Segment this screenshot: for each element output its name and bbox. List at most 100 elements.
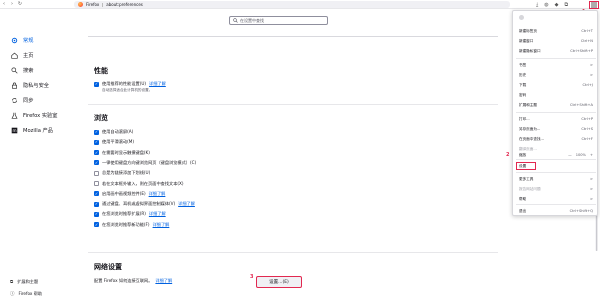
learn-more-link[interactable]: 详细了解 bbox=[178, 201, 195, 207]
browsing-option-row[interactable]: ✓ 在您浏览时推荐新功能(F) 详细了解 bbox=[94, 222, 169, 228]
account-avatar-icon bbox=[519, 15, 524, 20]
menu-item[interactable]: 新建窗口 Ctrl+N bbox=[519, 39, 593, 44]
browsing-heading: 浏览 bbox=[94, 114, 108, 122]
browsing-option-row[interactable]: ✓ 一律使用键盘方向键浏览网页（键盘浏览模式）(C) bbox=[94, 160, 196, 166]
url-bar[interactable]: Firefox about:preferences bbox=[74, 1, 510, 8]
menu-item[interactable]: 新建标签页 Ctrl+T bbox=[519, 29, 593, 34]
sync-icon bbox=[10, 96, 18, 104]
learn-more-link[interactable]: 详细了解 bbox=[149, 191, 166, 197]
learn-more-link[interactable]: 详细了解 bbox=[149, 211, 166, 217]
back-arrow-icon[interactable]: ‹ bbox=[0, 1, 8, 7]
menu-item[interactable]: 翻译页面... bbox=[519, 147, 593, 152]
sidebar-item-sync[interactable]: 同步 bbox=[10, 96, 33, 104]
browsing-option-row[interactable]: 若在文本框外输入，则在页面中查找文本(X) bbox=[94, 181, 184, 187]
checkbox-checked-icon: ✓ bbox=[94, 201, 99, 207]
firefox-logo-icon bbox=[78, 2, 83, 7]
sidebar-item-mozilla-products[interactable]: m Mozilla 产品 bbox=[10, 126, 53, 134]
download-icon[interactable]: ⤓ bbox=[536, 2, 538, 8]
sidebar-item-label: 隐私与安全 bbox=[23, 82, 49, 89]
browsing-option-row[interactable]: ✓ 使用平滑滚动(M) bbox=[94, 139, 134, 145]
network-settings-button[interactable]: 设置...(E) bbox=[256, 276, 302, 288]
sidebar-item-label: Mozilla 产品 bbox=[23, 127, 53, 134]
help-icon: ⓘ bbox=[10, 292, 15, 297]
extensions-icon[interactable]: ◆ bbox=[555, 2, 559, 8]
menu-separator bbox=[516, 172, 596, 173]
sidebar-extensions-link[interactable]: ⧉ 扩展和主题 bbox=[10, 279, 38, 285]
checkbox-checked-icon: ✓ bbox=[94, 221, 99, 228]
menu-item[interactable]: 扩展和主题 Ctrl+Shift+A bbox=[519, 103, 593, 108]
menu-item[interactable]: 报告网站问题 > bbox=[519, 187, 593, 192]
sidebar-bottom-label: Firefox 帮助 bbox=[18, 291, 43, 296]
account-icon[interactable]: ◍ bbox=[544, 2, 548, 8]
step-marker-3: 3 bbox=[250, 274, 254, 280]
search-placeholder: 在设置中查找 bbox=[240, 17, 264, 23]
menu-item[interactable]: 在页面中查找... Ctrl+F bbox=[519, 137, 593, 142]
learn-more-link[interactable]: 详细了解 bbox=[155, 278, 172, 284]
checkbox-unchecked-icon bbox=[94, 170, 99, 176]
forward-arrow-icon[interactable]: › bbox=[8, 1, 16, 7]
settings-highlight-box bbox=[516, 162, 536, 170]
network-settings-heading: 网络设置 bbox=[94, 263, 122, 271]
sidebar-item-label: 常规 bbox=[23, 37, 34, 44]
menu-item[interactable]: 新建隐私窗口 Ctrl+Shift+P bbox=[519, 49, 593, 54]
sidebar-help-link[interactable]: ⓘ Firefox 帮助 bbox=[10, 291, 42, 297]
network-settings-description: 配置 Firefox 如何连接互联网。 详细了解 bbox=[94, 278, 173, 284]
mozilla-icon: m bbox=[10, 126, 18, 134]
menu-item[interactable]: 另存页面为... Ctrl+S bbox=[519, 127, 593, 132]
search-icon bbox=[233, 18, 238, 23]
browser-name-label: Firefox bbox=[86, 2, 100, 7]
menu-item[interactable]: 缩放 —100% + bbox=[519, 153, 593, 158]
zoom-out-button[interactable]: — bbox=[568, 153, 572, 158]
menu-item[interactable]: 历史 > bbox=[519, 73, 593, 78]
checkbox-checked-icon: ✓ bbox=[94, 139, 99, 145]
browsing-option-row[interactable]: ✓ 在需要时显示触摸键盘(K) bbox=[94, 150, 150, 156]
puzzle-icon: ⧉ bbox=[10, 280, 14, 285]
performance-subtext: 自动选择适合此计算机的设置。 bbox=[102, 88, 153, 92]
checkbox-checked-icon: ✓ bbox=[94, 211, 99, 217]
menu-item[interactable]: 密码 bbox=[519, 93, 593, 98]
gear-icon bbox=[10, 36, 18, 44]
checkbox-checked-icon: ✓ bbox=[94, 190, 99, 197]
previous-section-edge bbox=[88, 36, 498, 40]
flask-icon bbox=[10, 111, 18, 119]
url-text: about:preferences bbox=[106, 2, 143, 7]
checkbox-checked-icon: ✓ bbox=[94, 81, 99, 87]
browsing-option-row[interactable]: 总是为链接添加下划线(U) bbox=[94, 170, 150, 176]
checkbox-checked-icon: ✓ bbox=[94, 149, 99, 156]
svg-text:m: m bbox=[12, 128, 16, 133]
menu-item[interactable]: 退出 Ctrl+Shift+Q bbox=[519, 209, 593, 214]
menu-item[interactable]: 下载 Ctrl+J bbox=[519, 83, 593, 88]
section-divider bbox=[88, 104, 498, 105]
menu-item[interactable]: 书签 > bbox=[519, 63, 593, 68]
browsing-option-row[interactable]: ✓ 在您浏览时推荐扩展(R) 详细了解 bbox=[94, 211, 166, 217]
step-marker-2: 2 bbox=[506, 152, 510, 158]
use-recommended-performance-checkbox[interactable]: ✓ 使用推荐的性能设置(U) 详细了解 bbox=[94, 81, 166, 87]
sidebar-item-label: Firefox 实验室 bbox=[23, 112, 58, 119]
menu-item[interactable]: 更多工具 > bbox=[519, 177, 593, 182]
settings-search-input[interactable]: 在设置中查找 bbox=[229, 16, 328, 25]
sidebar-item-privacy[interactable]: 隐私与安全 bbox=[10, 81, 49, 89]
browsing-option-row[interactable]: ✓ 使用自动滚屏(A) bbox=[94, 129, 133, 135]
menu-item[interactable]: 帮助 > bbox=[519, 197, 593, 202]
sidebar-item-home[interactable]: 主页 bbox=[10, 51, 33, 59]
learn-more-link[interactable]: 详细了解 bbox=[153, 222, 170, 228]
app-menu-panel: 新建标签页 Ctrl+T 新建窗口 Ctrl+N 新建隐私窗口 Ctrl+Shift+P 书… bbox=[512, 10, 598, 216]
settings-sidebar: 常规 主页 搜索 隐私与安全 同步 Firefox 实验室 m Mozilla bbox=[0, 9, 76, 300]
menu-separator bbox=[516, 58, 596, 59]
menu-separator bbox=[516, 159, 596, 160]
search-icon bbox=[10, 66, 18, 74]
sidebar-item-search[interactable]: 搜索 bbox=[10, 66, 33, 74]
account-row[interactable] bbox=[519, 15, 524, 20]
menu-item[interactable]: 打印... Ctrl+P bbox=[519, 117, 593, 122]
zoom-in-button[interactable]: + bbox=[590, 153, 593, 158]
learn-more-link[interactable]: 详细了解 bbox=[149, 81, 166, 87]
browsing-option-row[interactable]: ✓ 通过键盘、耳机或虚拟界面控制媒体(V) 详细了解 bbox=[94, 201, 195, 207]
sidebar-item-firefox-labs[interactable]: Firefox 实验室 bbox=[10, 111, 57, 119]
extension-puzzle-icon[interactable]: ⧉ bbox=[564, 2, 568, 8]
home-icon bbox=[10, 51, 18, 59]
menu-button[interactable] bbox=[589, 1, 599, 9]
browsing-option-row[interactable]: ✓ 启用画中画视频控件(E) 详细了解 bbox=[94, 191, 165, 197]
reload-icon[interactable]: ↻ bbox=[16, 1, 24, 7]
sidebar-item-general[interactable]: 常规 bbox=[10, 36, 33, 44]
zoom-level: 100% bbox=[575, 153, 586, 157]
